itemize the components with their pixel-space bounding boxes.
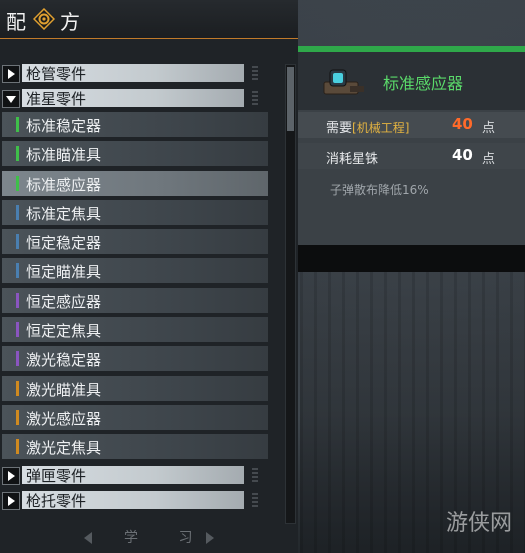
list-scrollbar[interactable] <box>285 64 296 524</box>
recipe-item-label: 标准感应器 <box>26 175 102 194</box>
category-label: 枪管零件 <box>26 65 87 83</box>
title-right: 方 <box>60 10 80 34</box>
recipe-item[interactable]: 恒定感应器 <box>2 287 268 313</box>
recipe-panel: 配 方 枪管零件 准星零件 标准稳定器 标准瞄准具 标准感应器 标准定焦具 恒定… <box>0 0 298 553</box>
recipe-item-label: 标准定焦具 <box>26 204 102 223</box>
recipe-item[interactable]: 激光感应器 <box>2 404 268 430</box>
recipe-item[interactable]: 恒定定焦具 <box>2 317 268 343</box>
rarity-stripe <box>16 234 19 250</box>
drag-handle-icon <box>252 492 258 507</box>
rarity-stripe <box>16 439 19 455</box>
recipe-item-label: 激光感应器 <box>26 409 102 428</box>
recipe-item-label: 激光瞄准具 <box>26 380 102 399</box>
expand-arrow-icon[interactable] <box>2 466 20 485</box>
recipe-item-label: 激光定焦具 <box>26 439 102 458</box>
category-magazine[interactable]: 弹匣零件 <box>0 464 270 486</box>
recipe-item[interactable]: 标准瞄准具 <box>2 141 268 167</box>
gear-cog-icon <box>32 7 56 31</box>
rarity-stripe <box>16 146 19 162</box>
category-stock[interactable]: 枪托零件 <box>0 489 270 511</box>
requirement-row: 需要[机械工程] 40 点 <box>298 112 525 138</box>
learn-button[interactable]: 学 习 <box>124 527 210 547</box>
requirement-label: 需要[机械工程] <box>326 121 410 136</box>
category-label: 弹匣零件 <box>26 466 87 485</box>
cost-row: 消耗星铢 40 点 <box>298 143 525 169</box>
expand-arrow-icon[interactable] <box>2 491 20 510</box>
nav-right-arrow-icon[interactable] <box>204 530 216 544</box>
recipe-item-label: 标准稳定器 <box>26 117 102 135</box>
recipe-item-label: 恒定定焦具 <box>26 322 102 341</box>
expand-arrow-icon[interactable] <box>2 65 20 83</box>
title-left: 配 <box>6 10 28 34</box>
recipe-item-selected[interactable]: 标准感应器 <box>2 170 268 196</box>
recipe-item[interactable]: 恒定瞄准具 <box>2 258 268 284</box>
rarity-stripe <box>16 292 19 308</box>
recipe-item-label: 恒定感应器 <box>26 292 102 311</box>
recipe-list: 枪管零件 准星零件 标准稳定器 标准瞄准具 标准感应器 标准定焦具 恒定稳定器 … <box>0 62 270 514</box>
collapse-arrow-icon[interactable] <box>2 90 20 108</box>
detail-body: 需要[机械工程] 40 点 消耗星铢 40 点 <box>298 110 525 245</box>
cost-value: 40 <box>452 146 473 164</box>
category-label: 枪托零件 <box>26 491 87 510</box>
recipe-item[interactable]: 标准稳定器 <box>2 112 268 137</box>
drag-handle-icon <box>252 66 258 80</box>
recipe-item[interactable]: 标准定焦具 <box>2 199 268 225</box>
title-bar: 配 方 <box>0 0 298 39</box>
rarity-stripe <box>16 351 19 367</box>
requirement-skill-tag: [机械工程] <box>352 121 410 135</box>
drag-handle-icon <box>252 91 258 105</box>
recipe-item[interactable]: 激光瞄准具 <box>2 375 268 401</box>
rarity-stripe <box>16 117 19 132</box>
recipe-name: 标准感应器 <box>383 74 464 93</box>
category-sight[interactable]: 准星零件 <box>0 87 270 109</box>
recipe-item-label: 激光稳定器 <box>26 351 102 370</box>
rarity-stripe <box>16 263 19 279</box>
nav-left-arrow-icon[interactable] <box>82 530 94 544</box>
recipe-item-label: 恒定瞄准具 <box>26 263 102 282</box>
drag-handle-icon <box>252 467 258 482</box>
requirement-value: 40 <box>452 115 473 133</box>
rarity-stripe <box>16 380 19 396</box>
detail-footer <box>298 245 525 272</box>
recipe-description: 子弹散布降低16% <box>330 183 429 197</box>
category-barrel[interactable]: 枪管零件 <box>0 62 270 84</box>
rarity-stripe <box>16 204 19 220</box>
sensor-device-icon <box>320 62 368 100</box>
recipe-item-label: 恒定稳定器 <box>26 234 102 253</box>
rarity-stripe <box>16 322 19 338</box>
recipe-item[interactable]: 激光稳定器 <box>2 346 268 372</box>
watermark: 游侠网 <box>446 511 513 536</box>
category-label: 准星零件 <box>26 90 87 108</box>
cost-unit: 点 <box>482 152 496 167</box>
recipe-detail-panel: 标准感应器 需要[机械工程] 40 点 消耗星铢 40 点 子弹散布降低16% <box>298 46 525 272</box>
recipe-item-label: 标准瞄准具 <box>26 146 102 165</box>
cost-label: 消耗星铢 <box>326 152 379 167</box>
recipe-item[interactable]: 恒定稳定器 <box>2 229 268 255</box>
rarity-stripe <box>16 175 19 191</box>
recipe-item[interactable]: 激光定焦具 <box>2 434 268 460</box>
detail-header: 标准感应器 <box>298 52 525 110</box>
rarity-stripe <box>16 409 19 425</box>
requirement-unit: 点 <box>482 121 496 136</box>
learn-nav: 学 习 <box>60 524 240 550</box>
scrollbar-thumb[interactable] <box>287 67 294 131</box>
